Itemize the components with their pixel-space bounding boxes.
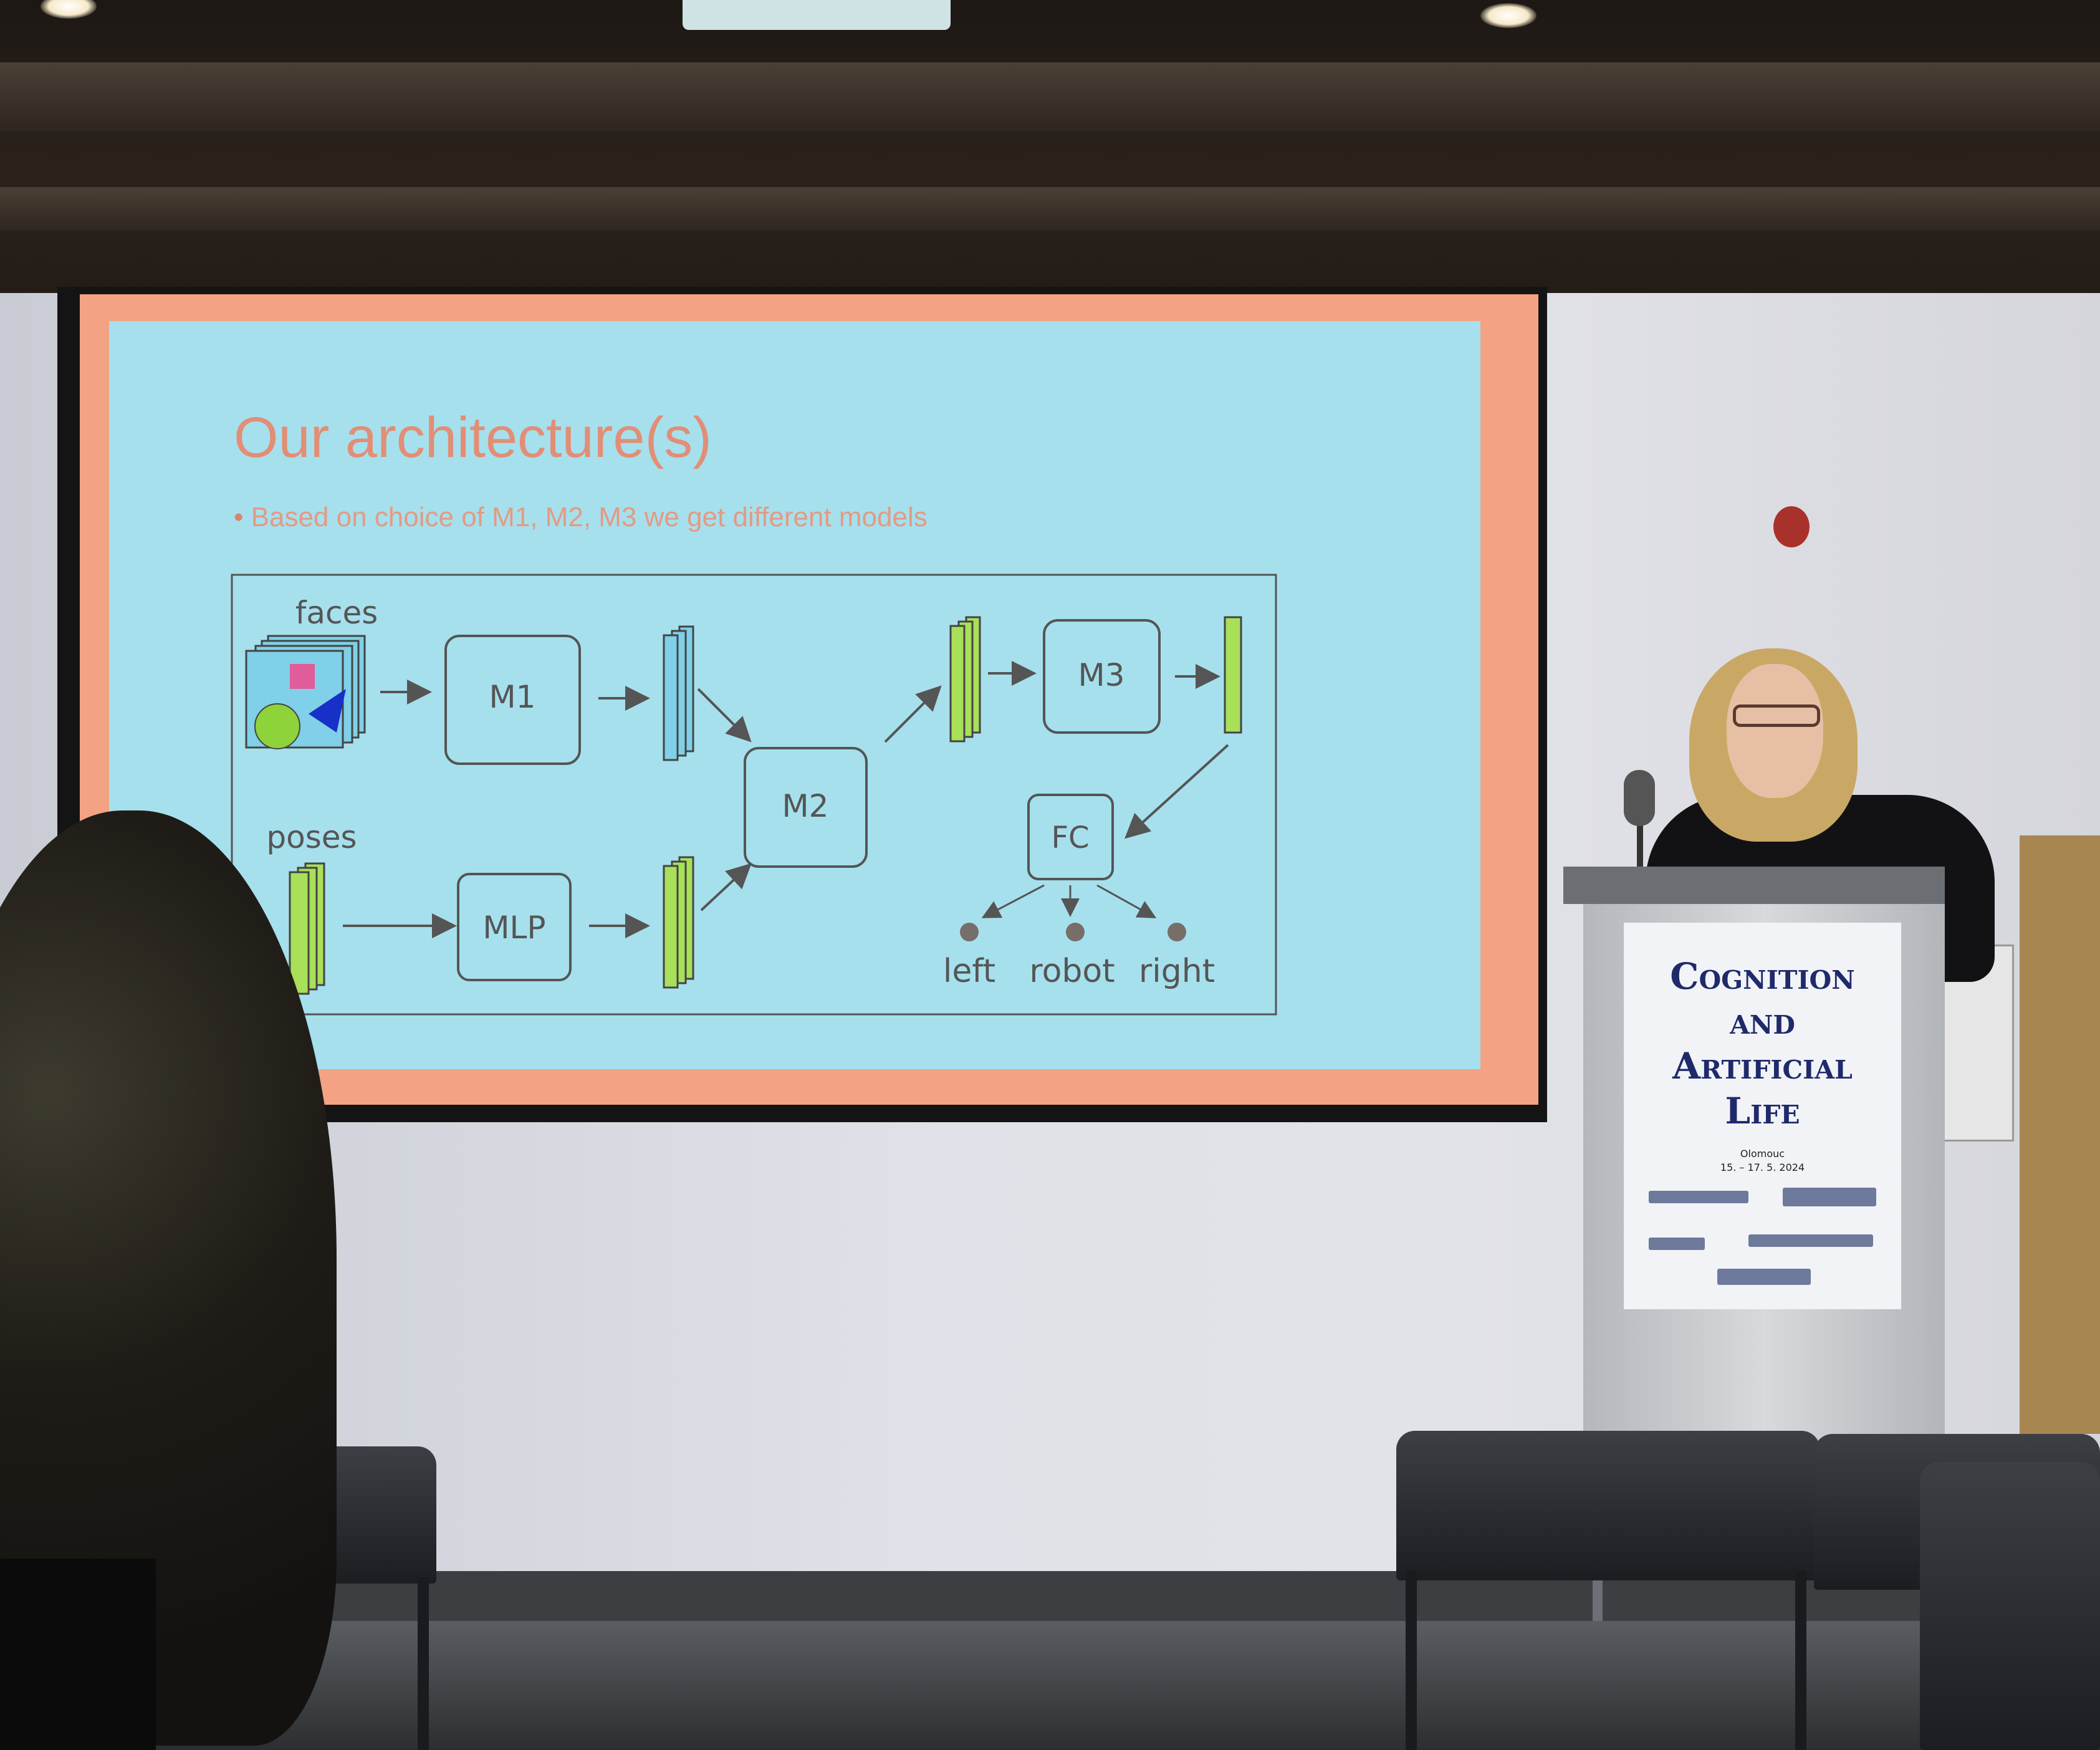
poses-label: poses	[266, 819, 357, 855]
m1-label: M1	[489, 679, 536, 715]
slide-bullet-text: Based on choice of M1, M2, M3 we get dif…	[251, 502, 928, 532]
chair-leg	[1795, 1571, 1806, 1750]
diagram-border	[231, 574, 1277, 1016]
ceiling-beam	[0, 187, 2100, 231]
faces-label: faces	[295, 595, 378, 631]
sponsor-logo	[1783, 1188, 1876, 1206]
glasses	[1733, 704, 1820, 727]
sponsor-logo	[1649, 1238, 1705, 1250]
m2-label: M2	[782, 788, 829, 824]
poster-title: Cognition and Artificial Life	[1670, 955, 1855, 1132]
ceiling	[0, 0, 2100, 293]
poster-location-date: Olomouc 15. – 17. 5. 2024	[1720, 1148, 1805, 1173]
poses-input-stack	[289, 862, 325, 995]
chair	[1920, 1462, 2100, 1750]
podium-poster: Cognition and Artificial Life Olomouc 15…	[1624, 923, 1901, 1309]
left-output-node	[960, 923, 979, 941]
slide-title: Our architecture(s)	[234, 406, 712, 469]
ceiling-light	[1480, 3, 1537, 28]
architecture-diagram: faces M1 M2 M3 FC left robot right poses…	[231, 574, 1277, 1016]
right-output-label: right	[1139, 953, 1215, 990]
presenter-face	[1727, 664, 1823, 798]
robot-output-node	[1066, 923, 1085, 941]
m3-output-vector	[1224, 616, 1242, 734]
projector	[683, 0, 951, 30]
mlp-label: MLP	[482, 910, 545, 946]
microphone	[1624, 770, 1655, 826]
chair-leg	[1406, 1571, 1417, 1750]
door-frame	[2020, 835, 2100, 1434]
sponsor-logo	[1717, 1269, 1811, 1285]
left-output-label: left	[943, 953, 995, 990]
right-output-node	[1167, 923, 1186, 941]
podium-top	[1563, 867, 1945, 904]
face-feature-stack	[663, 625, 694, 761]
slide: Our architecture(s) • Based on choice of…	[109, 321, 1480, 1069]
slide-bullet: • Based on choice of M1, M2, M3 we get d…	[234, 502, 928, 532]
audience-member-shoulder	[0, 1559, 156, 1750]
m2-output-stack	[949, 616, 981, 743]
m3-label: M3	[1078, 657, 1125, 693]
ceiling-beam	[0, 62, 2100, 131]
circle-shape	[254, 703, 300, 749]
chair-leg	[418, 1577, 429, 1750]
fire-alarm	[1773, 506, 1810, 547]
sponsor-logo	[1748, 1234, 1873, 1247]
faces-input-stack	[245, 635, 366, 749]
fc-label: FC	[1051, 820, 1089, 855]
sponsor-logo	[1649, 1191, 1748, 1203]
square-shape	[290, 664, 315, 689]
pose-feature-stack	[663, 856, 694, 989]
robot-output-label: robot	[1029, 953, 1115, 990]
chair	[1396, 1431, 1820, 1580]
